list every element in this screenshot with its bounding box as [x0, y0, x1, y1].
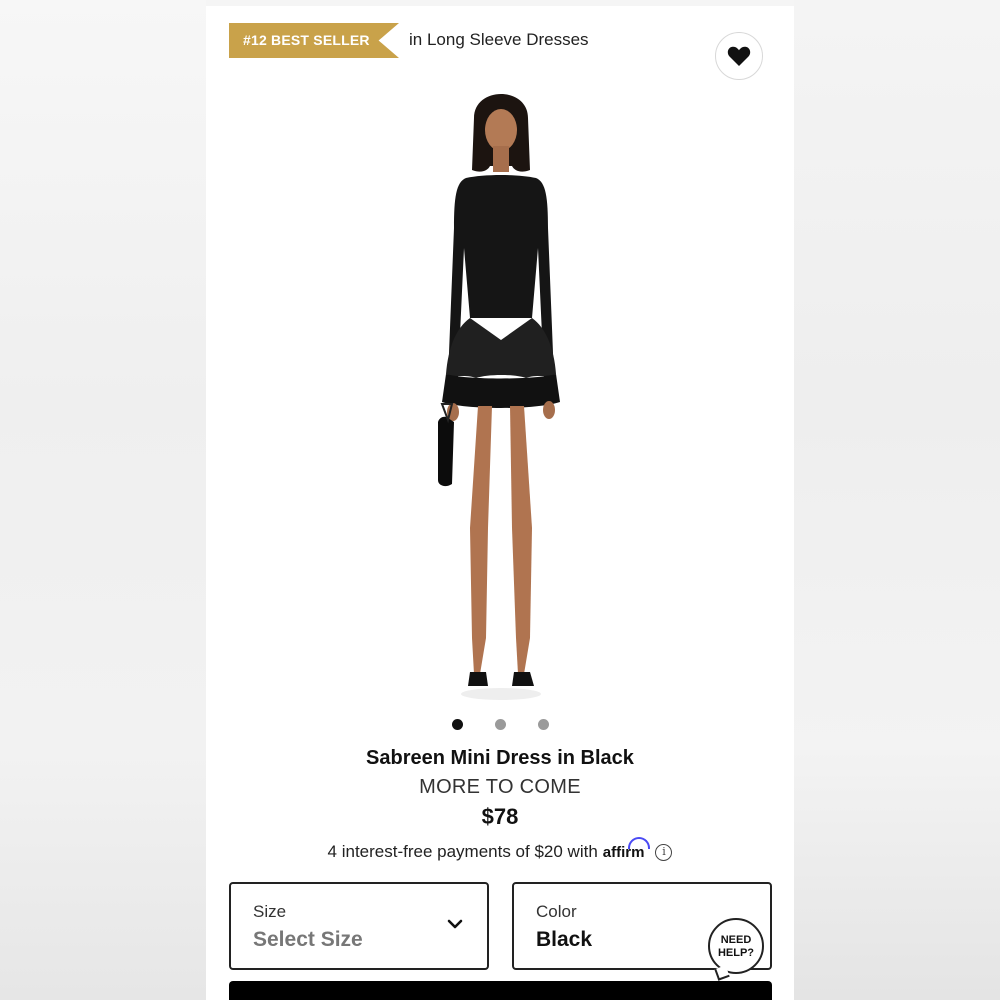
category-link[interactable]: in Long Sleeve Dresses [409, 30, 589, 50]
heart-icon [727, 46, 751, 66]
product-title: Sabreen Mini Dress in Black [366, 747, 634, 769]
affirm-arc [628, 836, 651, 849]
product-image[interactable] [396, 78, 606, 708]
need-help-line2: HELP? [717, 947, 755, 959]
add-to-bag-button[interactable] [229, 981, 772, 1000]
color-value: Black [536, 928, 593, 951]
product-status: MORE TO COME [419, 776, 581, 798]
background-right [794, 0, 1000, 1000]
top-strip [206, 0, 794, 6]
size-selector[interactable]: Size Select Size [229, 882, 489, 970]
product-price: $78 [481, 804, 519, 829]
best-seller-badge: #12 BEST SELLER [229, 23, 399, 58]
need-help-button[interactable]: NEED HELP? [708, 918, 764, 981]
financing-row: 4 interest-free payments of $20 with aff… [206, 836, 794, 862]
background-left [0, 0, 206, 1000]
gallery-dot-1[interactable] [451, 719, 463, 730]
gallery-dot-2[interactable] [494, 719, 506, 730]
product-page: #12 BEST SELLER in Long Sleeve Dresses S… [206, 0, 794, 1000]
size-value: Select Size [253, 928, 363, 951]
affirm-logo: affirm [603, 836, 651, 861]
chevron-down-icon [447, 919, 463, 929]
gallery-dots [206, 719, 794, 731]
color-label: Color [536, 902, 577, 921]
info-icon[interactable]: i [655, 843, 673, 861]
size-label: Size [253, 902, 287, 921]
gallery-dot-3[interactable] [537, 719, 549, 730]
speech-bubble-tail [714, 965, 730, 981]
financing-text: 4 interest-free payments of $20 with [327, 842, 598, 861]
favorite-button[interactable] [715, 32, 763, 80]
need-help-line1: NEED [720, 934, 752, 946]
